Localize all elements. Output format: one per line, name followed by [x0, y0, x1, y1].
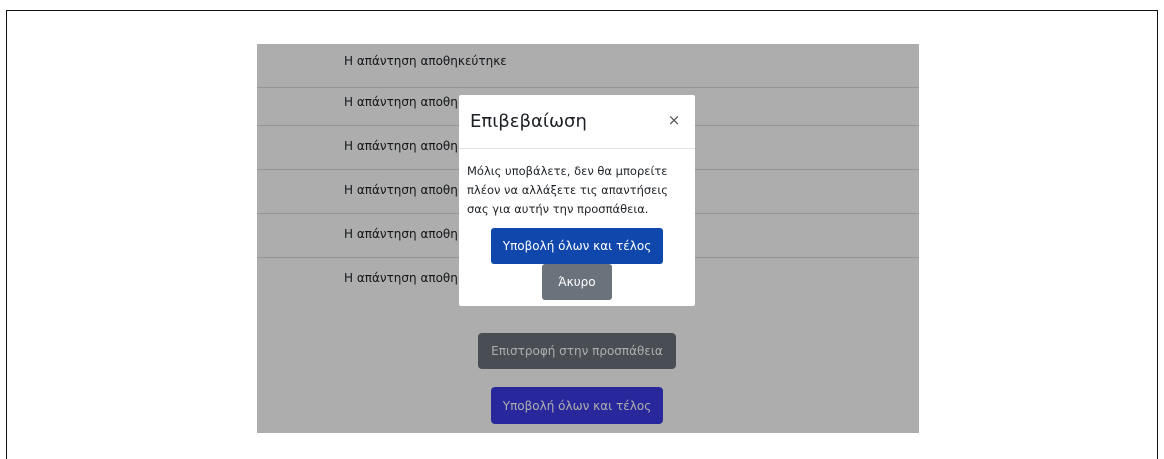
dialog-submit-all-button[interactable]: Υποβολή όλων και τέλος [491, 228, 663, 264]
dialog-header: Επιβεβαίωση × [459, 95, 695, 149]
dialog-title: Επιβεβαίωση [470, 111, 587, 132]
close-icon[interactable]: × [667, 113, 681, 128]
dialog-cancel-button[interactable]: Άκυρο [542, 264, 612, 300]
dialog-message: Μόλις υποβάλετε, δεν θα μπορείτε πλέον ν… [467, 164, 669, 216]
confirmation-dialog: Επιβεβαίωση × Μόλις υποβάλετε, δεν θα μπ… [459, 95, 695, 306]
